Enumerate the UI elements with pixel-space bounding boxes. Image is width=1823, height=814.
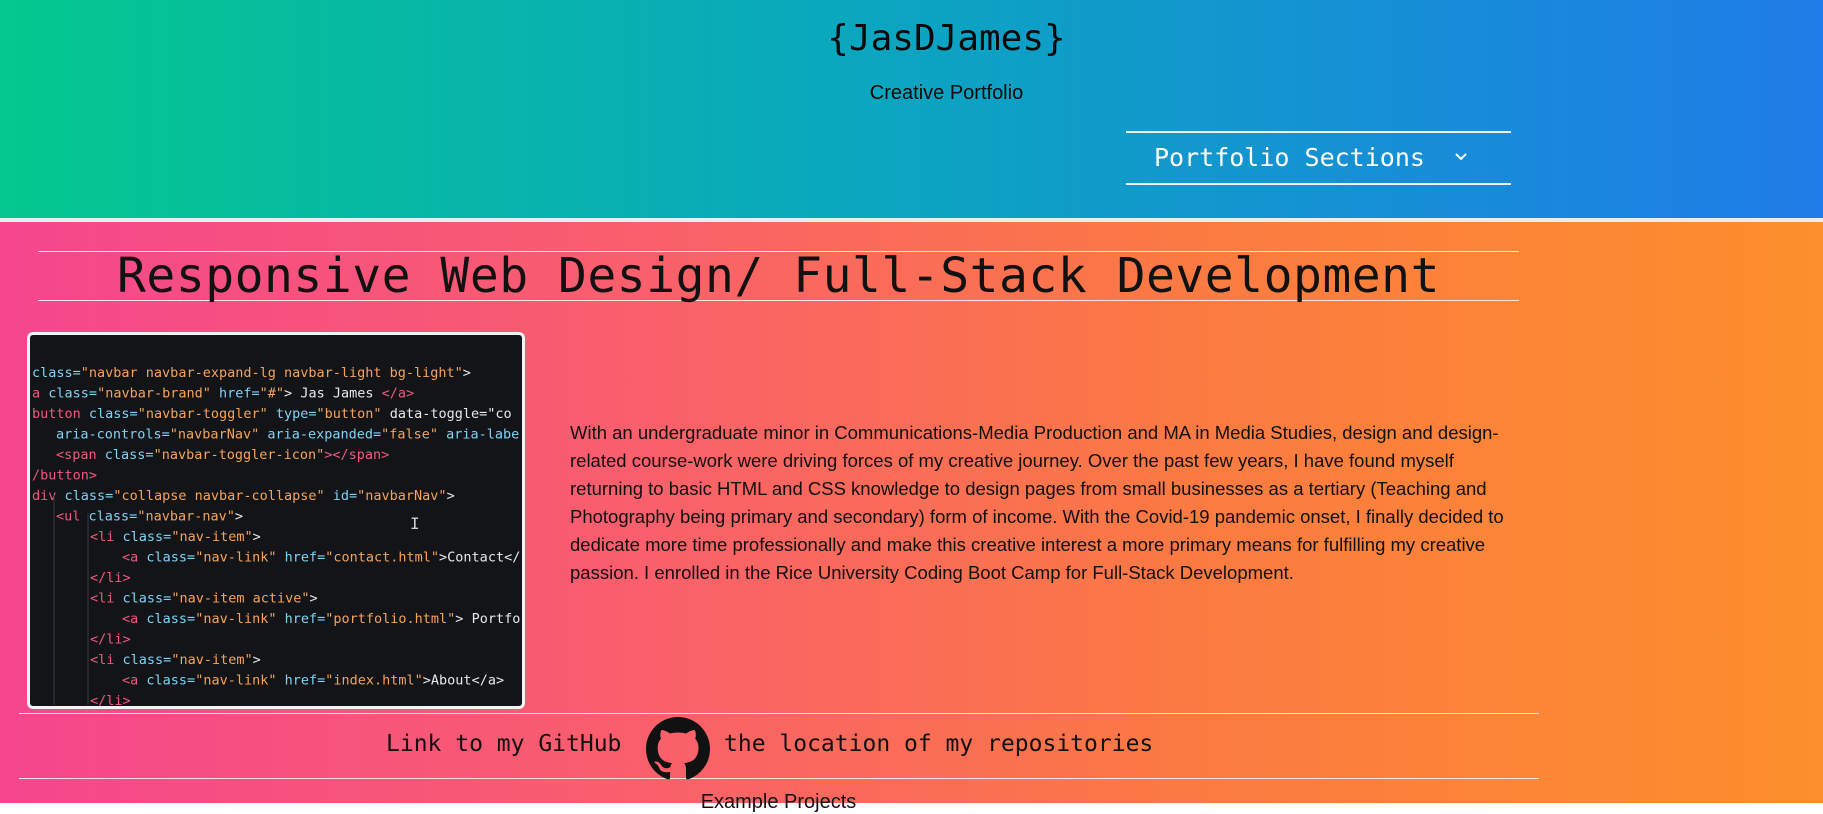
code-line: </li> [90,693,131,706]
code-screenshot-image: class="navbar navbar-expand-lg navbar-li… [27,332,525,709]
github-link[interactable]: Link to my GitHub [386,731,621,757]
brand-title: {JasDJames} [827,18,1066,59]
code-line: <li class="nav-item"> [90,652,261,668]
github-description: the location of my repositories [724,731,1154,757]
chevron-down-icon [1455,153,1467,161]
code-line: /button> [32,468,97,484]
section-description: With an undergraduate minor in Communica… [570,422,1504,583]
github-row: Link to my GitHub the location of my rep… [19,713,1539,781]
code-line: class="navbar navbar-expand-lg navbar-li… [32,365,471,381]
code-screenshot-svg: class="navbar navbar-expand-lg navbar-li… [32,365,520,706]
code-line: a class="navbar-brand" href="#"> Jas Jam… [32,386,414,402]
text-cursor-icon: I [410,514,420,533]
code-line: <a class="nav-link" href="index.html">Ab… [122,673,504,689]
code-line: <span class="navbar-toggler-icon"></span… [56,447,389,463]
code-line: <li class="nav-item"> [90,529,261,545]
section-title-rule: Responsive Web Design/ Full-Stack Develo… [38,248,1519,304]
code-line: div class="collapse navbar-collapse" id=… [32,488,455,504]
code-line: button class="navbar-toggler" type="butt… [32,406,512,422]
portfolio-sections-nav: Portfolio Sections [1126,131,1511,185]
code-line: aria-controls="navbarNav" aria-expanded=… [56,427,519,443]
code-line: <a class="nav-link" href="contact.html">… [122,550,520,566]
site-header: {JasDJames} Creative Portfolio Portfolio… [0,0,1823,218]
github-icon[interactable] [646,717,710,781]
tagline: Creative Portfolio [869,82,1024,104]
main-section: Responsive Web Design/ Full-Stack Develo… [0,222,1823,813]
code-line: </li> [90,570,131,586]
portfolio-sections-toggle[interactable]: Portfolio Sections [1154,143,1467,172]
code-line: <ul class="navbar-nav"> [56,509,243,525]
code-line: <li class="nav-item active"> [90,591,318,607]
code-line: </li> [90,632,131,648]
nav-toggle-label: Portfolio Sections [1154,143,1425,172]
code-line: <a class="nav-link" href="portfolio.html… [122,611,520,627]
section-title: Responsive Web Design/ Full-Stack Develo… [117,248,1440,304]
